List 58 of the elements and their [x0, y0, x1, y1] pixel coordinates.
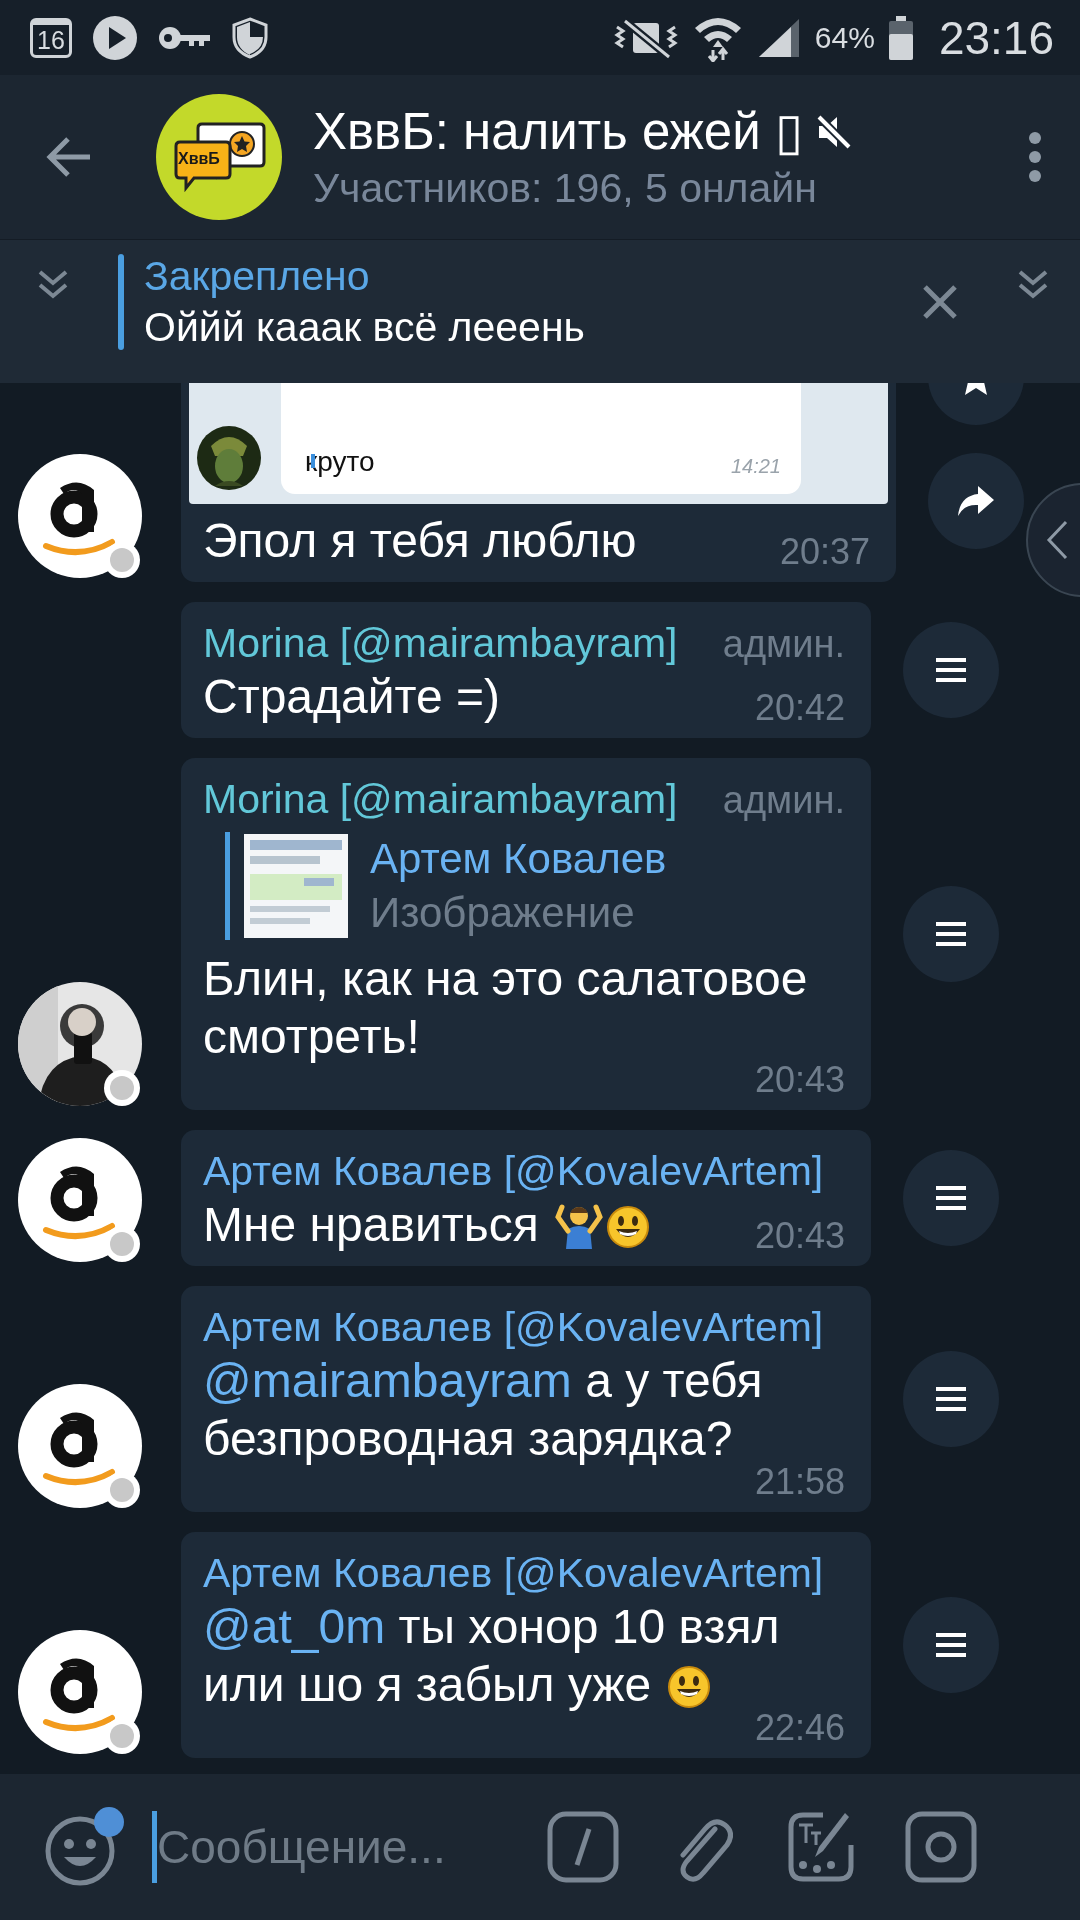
message-time: 22:46 [753, 1710, 845, 1746]
menu-icon [936, 658, 966, 682]
mention-link[interactable]: @mairambayram [203, 1354, 572, 1407]
smile-emoji-icon [606, 1205, 651, 1249]
admin-label: админ. [722, 623, 845, 666]
battery-icon [888, 15, 913, 60]
clock: 23:16 [938, 10, 1054, 65]
message-time: 20:37 [778, 534, 870, 570]
shield-icon [232, 16, 268, 59]
pinned-message[interactable]: Оййй кааак всё лееень [144, 303, 922, 351]
vibrate-off-icon [612, 16, 679, 59]
author-name[interactable]: Артем Ковалев [@KovalevArtem] [203, 1550, 824, 1597]
commands-button[interactable] [547, 1811, 619, 1883]
chat-title: ХввБ: налить ежей ▯ [313, 102, 803, 161]
message-time: 20:43 [753, 1218, 845, 1254]
member-count: Участников: 196, 5 онлайн [313, 165, 818, 212]
play-icon [92, 14, 138, 61]
message-text: Эпол я тебя люблю [203, 513, 637, 569]
chevron-left-icon [1046, 520, 1068, 560]
camera-icon [905, 1811, 977, 1883]
mention-link[interactable]: @at_0m [203, 1600, 386, 1653]
battery-percent: 64% [814, 20, 875, 55]
menu-icon [936, 1633, 966, 1657]
menu-icon [936, 1387, 966, 1411]
camera-button[interactable] [905, 1811, 977, 1883]
smiley-icon [44, 1815, 116, 1887]
smile-emoji-icon [666, 1665, 711, 1709]
author-name[interactable]: Артем Ковалев [@KovalevArtem] [203, 1148, 824, 1195]
message-time: 20:43 [753, 1062, 845, 1098]
menu-icon [936, 922, 966, 946]
message-text: @at_0m ты хонор 10 взял или шо я забыл уже [203, 1599, 781, 1713]
reply-preview: Изображение [370, 889, 636, 937]
close-button[interactable] [922, 283, 958, 320]
input-field[interactable]: Сообщение... [157, 1820, 537, 1874]
share-arrow-icon [956, 484, 996, 518]
message-text: Мне нравиться [203, 1196, 651, 1254]
avatar-label: ХввБ [178, 150, 220, 168]
pinned-label: Закреплено [144, 252, 371, 300]
shrug-emoji-icon [554, 1203, 605, 1249]
key-icon [158, 24, 212, 51]
menu-icon [936, 1186, 966, 1210]
admin-label: админ. [722, 779, 845, 822]
author-name[interactable]: Morina [@mairambayram] [203, 776, 678, 823]
quoted-time: 14:21 [730, 455, 781, 478]
message-time: 21:58 [753, 1464, 845, 1500]
author-name[interactable]: Morina [@mairambayram] [203, 620, 678, 667]
text-cursor [152, 1811, 157, 1883]
slash-square-icon [547, 1811, 619, 1883]
author-name[interactable]: Артем Ковалев [@KovalevArtem] [203, 1304, 824, 1351]
message-text: Страдайте =) [203, 669, 501, 725]
reply-author: Артем Ковалев [370, 835, 667, 883]
calendar-icon: 16 [30, 17, 72, 58]
message-time: 20:42 [753, 690, 845, 726]
more-icon [1028, 131, 1042, 183]
message-text: @mairambayram а у тебя безпроводная зарядка? [203, 1353, 764, 1467]
emoji-button[interactable] [44, 1807, 124, 1887]
close-icon [922, 283, 958, 320]
message-text: Блин, как на это салатовое смотреть! [203, 951, 809, 1065]
